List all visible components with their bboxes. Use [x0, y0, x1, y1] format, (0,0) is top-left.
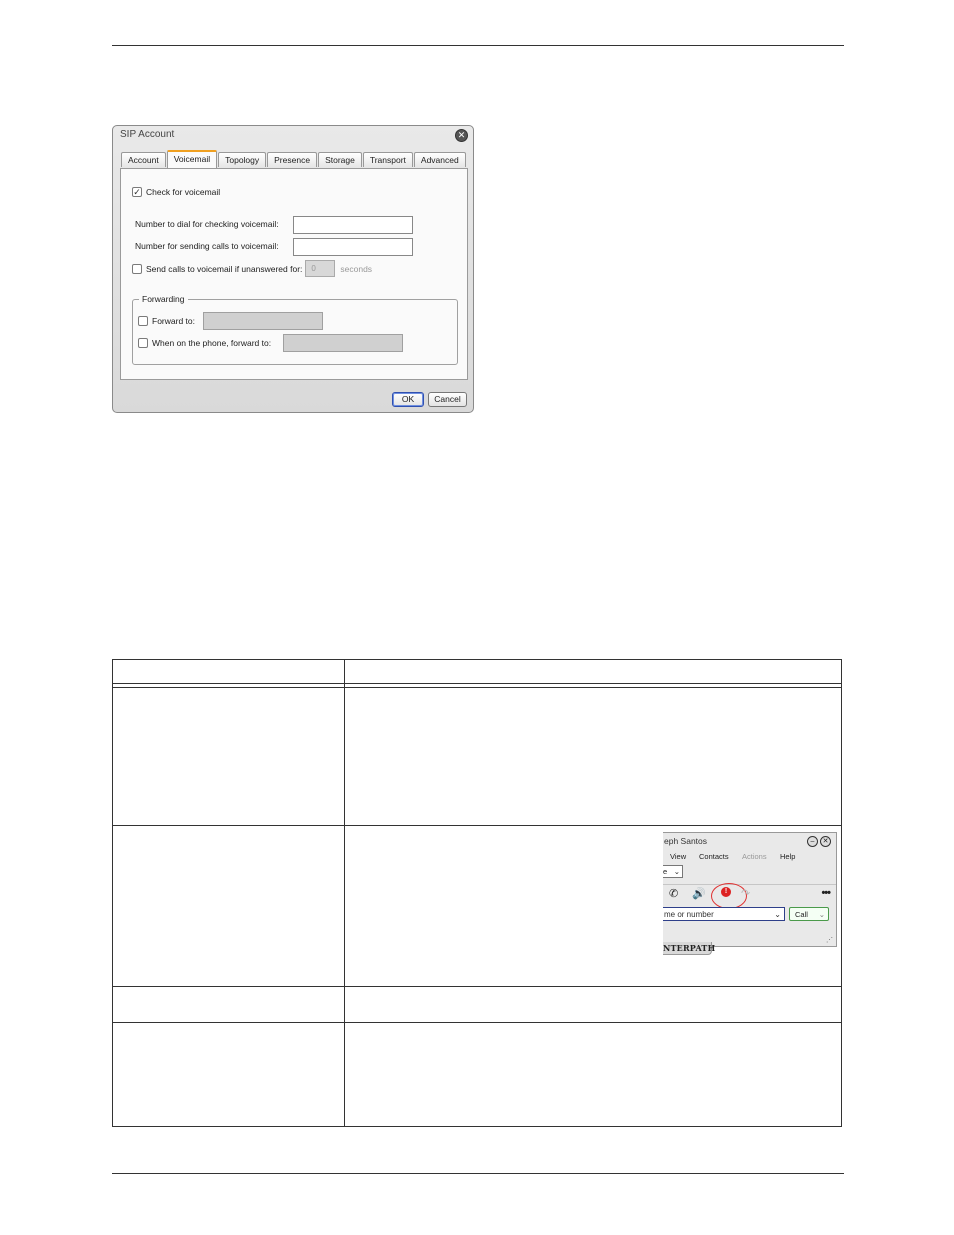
forward-to-checkbox[interactable]	[138, 316, 148, 326]
number-send-input[interactable]	[293, 238, 413, 256]
row-divider-2	[113, 986, 841, 987]
tab-advanced[interactable]: Advanced	[413, 152, 466, 167]
forward-to-label: Forward to:	[152, 316, 195, 326]
tab-presence[interactable]: Presence	[267, 152, 318, 167]
ok-button[interactable]: OK	[392, 392, 424, 407]
tab-voicemail[interactable]: Voicemail	[166, 150, 218, 168]
status-select-value: e	[663, 867, 668, 876]
on-phone-forward-row: When on the phone, forward to:	[138, 338, 271, 348]
check-voicemail-row: ✓ Check for voicemail	[132, 187, 220, 197]
minimize-icon[interactable]: –	[807, 836, 818, 847]
footer-rule	[112, 1173, 844, 1174]
phone-icon[interactable]: ✆	[669, 887, 678, 900]
chevron-down-icon: ⌄	[774, 910, 781, 919]
tab-account[interactable]: Account	[121, 152, 166, 167]
chevron-down-icon: ⌄	[818, 910, 825, 919]
brand-logo: NTERPATH	[663, 942, 716, 955]
menu-actions[interactable]: Actions	[742, 852, 767, 861]
voicemail-panel: ✓ Check for voicemail Number to dial for…	[120, 168, 468, 380]
on-phone-forward-label: When on the phone, forward to:	[152, 338, 272, 348]
forwarding-group: Forwarding Forward to: When on the phone…	[132, 294, 458, 365]
menu-view[interactable]: View	[670, 852, 686, 861]
app-window-screenshot: eph Santos – ✕ View Contacts Actions Hel…	[663, 832, 837, 947]
tab-transport[interactable]: Transport	[362, 152, 413, 167]
speaker-icon[interactable]: 🔊	[692, 887, 706, 900]
seconds-label: seconds	[340, 263, 373, 274]
cancel-button[interactable]: Cancel	[428, 392, 467, 407]
forward-to-input[interactable]	[203, 312, 323, 330]
row-divider-1	[113, 825, 841, 826]
menu-contacts[interactable]: Contacts	[699, 852, 729, 861]
tab-storage[interactable]: Storage	[318, 152, 362, 167]
name-or-number-input[interactable]: me or number ⌄	[663, 907, 785, 921]
on-phone-forward-input[interactable]	[283, 334, 403, 352]
row-divider-3	[113, 1022, 841, 1023]
on-phone-forward-checkbox[interactable]	[138, 338, 148, 348]
call-button[interactable]: Call ⌄	[789, 907, 829, 921]
number-send-label: Number for sending calls to voicemail:	[135, 241, 279, 251]
resize-grip-icon[interactable]: ⋰	[826, 936, 833, 944]
header-divider-a	[113, 683, 841, 684]
chevron-down-icon: ⌄	[673, 867, 680, 876]
call-label: Call	[795, 910, 808, 919]
number-check-input[interactable]	[293, 216, 413, 234]
header-rule	[112, 45, 844, 46]
send-unanswered-checkbox[interactable]	[132, 263, 142, 274]
sip-account-dialog: SIP Account ✕ Account Voicemail Topology…	[112, 125, 474, 413]
toolbar-separator	[663, 884, 836, 885]
dialog-title: SIP Account	[120, 129, 175, 140]
tab-bar: Account Voicemail Topology Presence Stor…	[121, 150, 466, 168]
close-icon[interactable]: ✕	[820, 836, 831, 847]
more-icon[interactable]: •••	[821, 887, 831, 899]
send-unanswered-label: Send calls to voicemail if unanswered fo…	[146, 263, 303, 274]
tab-topology[interactable]: Topology	[218, 152, 267, 167]
forwarding-legend: Forwarding	[139, 294, 188, 304]
check-voicemail-checkbox[interactable]: ✓	[132, 187, 142, 197]
send-unanswered-row: Send calls to voicemail if unanswered fo…	[132, 260, 372, 277]
unanswered-seconds-input[interactable]: 0	[305, 260, 336, 277]
column-divider	[344, 660, 345, 1126]
forward-to-row: Forward to:	[138, 316, 195, 326]
header-divider-b	[113, 687, 841, 688]
redirect-icon[interactable]: ↷	[741, 887, 750, 900]
app-title: eph Santos	[664, 836, 708, 846]
name-or-number-placeholder: me or number	[664, 910, 714, 919]
check-voicemail-label: Check for voicemail	[146, 187, 221, 197]
number-check-label: Number to dial for checking voicemail:	[135, 219, 279, 229]
menu-help[interactable]: Help	[780, 852, 795, 861]
status-select[interactable]: e ⌄	[663, 865, 683, 878]
close-icon[interactable]: ✕	[455, 129, 468, 142]
